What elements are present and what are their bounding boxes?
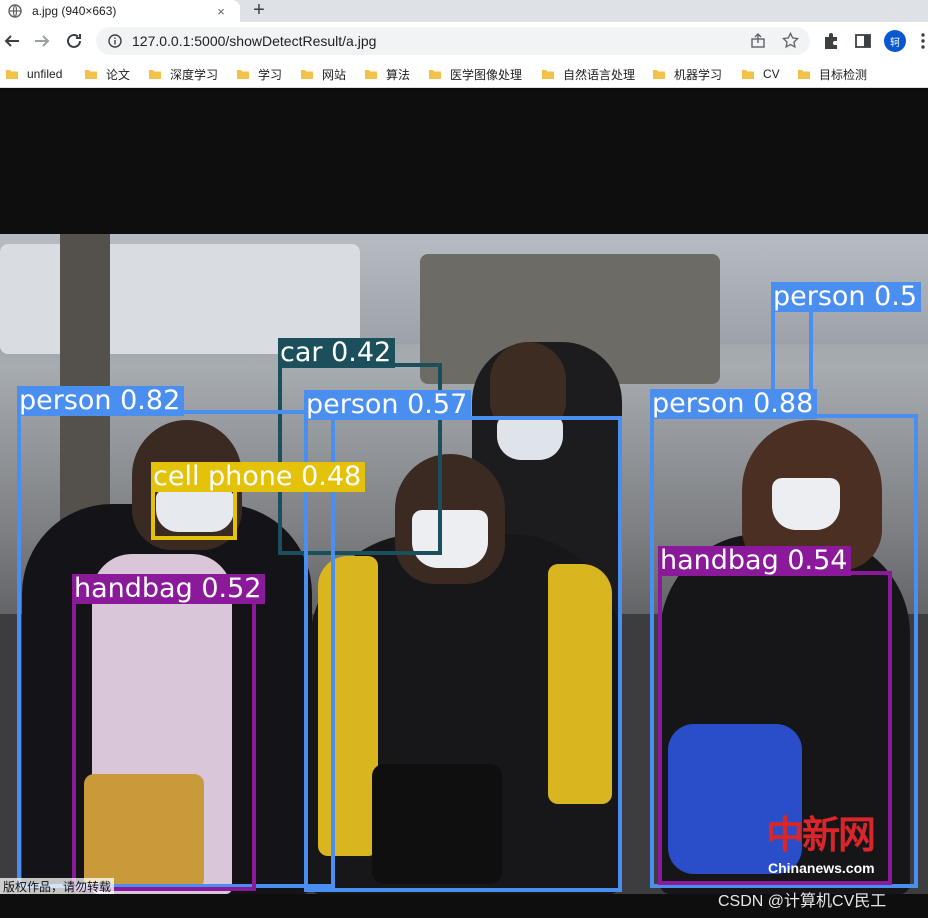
csdn-credit-watermark: CSDN @计算机CV民工 (718, 893, 887, 910)
tab-close-icon[interactable]: × (213, 3, 229, 19)
bookmark-folder-unfiled[interactable]: unfiled (5, 65, 62, 83)
forward-button[interactable] (31, 30, 53, 52)
bookmark-label: 深度学习 (170, 67, 219, 82)
detection-result-image: person 0.5 car 0.42 person 0.82 person 0… (0, 234, 928, 894)
folder-icon (84, 67, 98, 81)
bookmark-label: unfiled (27, 67, 63, 81)
folder-icon (300, 67, 314, 81)
bookmark-label: 网站 (322, 67, 347, 82)
folder-icon (5, 67, 19, 81)
detection-label-person-center: person 0.57 (304, 390, 472, 420)
bookmark-star-icon[interactable] (782, 32, 799, 49)
bookmark-folder-study[interactable]: 学习 (236, 65, 282, 83)
folder-icon (364, 67, 378, 81)
detection-label-person-top-right: person 0.5 (771, 282, 922, 312)
side-panel-icon[interactable] (854, 32, 872, 50)
folder-icon (652, 67, 666, 81)
profile-avatar[interactable]: 轲 (884, 30, 906, 52)
detection-label-handbag-left: handbag 0.52 (72, 574, 266, 604)
tab-title: a.jpg (940×663) (32, 4, 117, 18)
copyright-caption: 版权作品，请勿转载 (0, 878, 115, 894)
info-icon[interactable] (108, 34, 122, 48)
bookmark-label: 算法 (386, 67, 411, 82)
browser-tab-active[interactable]: a.jpg (940×663) × (0, 0, 240, 22)
bookmark-label: 论文 (106, 67, 131, 82)
bookmark-folder-cv[interactable]: CV (741, 65, 780, 83)
kebab-menu-icon[interactable] (918, 32, 928, 50)
url-text[interactable]: 127.0.0.1:5000/showDetectResult/a.jpg (132, 33, 376, 49)
back-button[interactable] (1, 30, 23, 52)
extensions-puzzle-icon[interactable] (822, 32, 840, 50)
chinanews-site-watermark: Chinanews.com (768, 860, 875, 876)
detection-label-person-right: person 0.88 (650, 389, 818, 419)
bookmark-label: 学习 (258, 67, 283, 82)
folder-icon (797, 67, 811, 81)
folder-icon (236, 67, 250, 81)
bookmark-folder-machine-learning[interactable]: 机器学习 (652, 65, 722, 83)
browser-toolbar: 127.0.0.1:5000/showDetectResult/a.jpg 轲 (0, 22, 928, 60)
bookmark-label: CV (763, 67, 780, 81)
folder-icon (428, 67, 442, 81)
folder-icon (541, 67, 555, 81)
bookmark-folder-websites[interactable]: 网站 (300, 65, 346, 83)
bookmark-folder-object-detection[interactable]: 目标检测 (797, 65, 867, 83)
tab-strip: a.jpg (940×663) × + (0, 0, 928, 22)
bookmark-label: 目标检测 (819, 67, 868, 82)
bookmark-folder-papers[interactable]: 论文 (84, 65, 130, 83)
bookmark-folder-deep-learning[interactable]: 深度学习 (148, 65, 218, 83)
folder-icon (741, 67, 755, 81)
address-bar[interactable]: 127.0.0.1:5000/showDetectResult/a.jpg (96, 27, 810, 55)
detection-label-car: car 0.42 (278, 338, 396, 368)
bookmarks-bar: unfiled 论文 深度学习 学习 网站 算法 医学图像处理 自然语言处理 机… (0, 60, 928, 88)
detection-label-cell-phone: cell phone 0.48 (151, 462, 366, 492)
detection-box-handbag-left (72, 599, 256, 891)
bookmark-folder-nlp[interactable]: 自然语言处理 (541, 65, 635, 83)
page-viewport: person 0.5 car 0.42 person 0.82 person 0… (0, 92, 928, 918)
detection-label-handbag-right: handbag 0.54 (658, 546, 852, 576)
reload-button[interactable] (63, 30, 85, 52)
folder-icon (148, 67, 162, 81)
globe-icon (8, 4, 22, 18)
arrow-left-icon (4, 35, 19, 47)
bookmark-folder-algorithms[interactable]: 算法 (364, 65, 410, 83)
bookmark-label: 医学图像处理 (450, 67, 523, 82)
chinanews-seal-logo: 中新网 (766, 812, 876, 857)
reload-icon (67, 33, 81, 48)
detection-label-person-left: person 0.82 (17, 386, 185, 416)
bookmark-label: 机器学习 (674, 67, 723, 82)
detection-box-cell-phone (151, 488, 237, 540)
new-tab-button[interactable]: + (248, 0, 270, 20)
arrow-right-icon (35, 35, 50, 47)
bookmark-folder-medical-imaging[interactable]: 医学图像处理 (428, 65, 522, 83)
share-icon[interactable] (750, 33, 766, 49)
bookmark-label: 自然语言处理 (563, 67, 636, 82)
